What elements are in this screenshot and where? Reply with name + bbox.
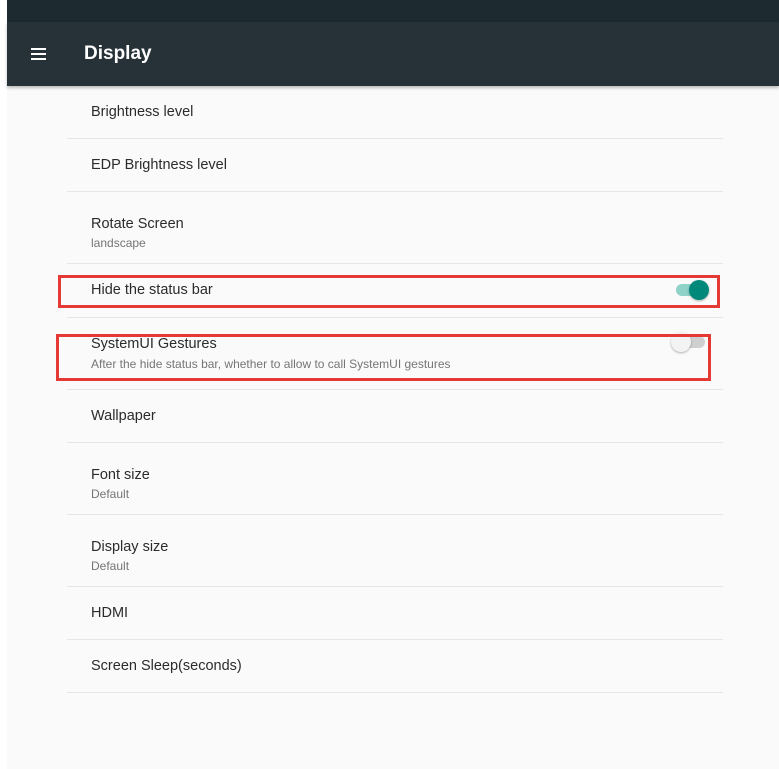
setting-title: Screen Sleep(seconds) xyxy=(91,658,242,674)
switch-thumb xyxy=(671,332,691,352)
setting-hdmi[interactable]: HDMI xyxy=(67,587,723,640)
setting-rotate-screen[interactable]: Rotate Screen landscape xyxy=(67,192,723,264)
setting-brightness-level[interactable]: Brightness level xyxy=(67,86,723,139)
setting-title: HDMI xyxy=(91,605,129,621)
setting-hide-status-bar[interactable]: Hide the status bar xyxy=(67,264,723,318)
setting-title: Display size xyxy=(91,539,169,555)
settings-list: Brightness level EDP Brightness level Ro… xyxy=(67,86,723,693)
setting-edp-brightness-level[interactable]: EDP Brightness level xyxy=(67,139,723,192)
status-bar-strip xyxy=(7,0,779,22)
setting-title: Font size xyxy=(91,467,150,483)
setting-title: EDP Brightness level xyxy=(91,157,227,173)
setting-title: SystemUI Gestures xyxy=(91,336,217,352)
setting-summary: Default xyxy=(91,559,130,573)
hide-status-bar-toggle[interactable] xyxy=(676,279,710,301)
setting-title: Wallpaper xyxy=(91,408,156,424)
setting-title: Rotate Screen xyxy=(91,216,184,232)
setting-display-size[interactable]: Display size Default xyxy=(67,515,723,587)
setting-title: Hide the status bar xyxy=(91,282,213,298)
hamburger-menu-icon[interactable] xyxy=(27,42,51,66)
setting-systemui-gestures[interactable]: SystemUI Gestures After the hide status … xyxy=(67,318,723,390)
setting-summary: Default xyxy=(91,487,130,501)
app-bar: Display xyxy=(7,22,779,86)
setting-screen-sleep[interactable]: Screen Sleep(seconds) xyxy=(67,640,723,693)
setting-summary: landscape xyxy=(91,236,146,250)
systemui-gestures-toggle[interactable] xyxy=(671,331,707,353)
switch-thumb xyxy=(689,280,709,300)
page-title: Display xyxy=(84,43,152,64)
setting-wallpaper[interactable]: Wallpaper xyxy=(67,390,723,443)
setting-summary: After the hide status bar, whether to al… xyxy=(91,357,451,371)
setting-title: Brightness level xyxy=(91,104,194,120)
settings-screen: Display Brightness level EDP Brightness … xyxy=(7,0,779,769)
setting-font-size[interactable]: Font size Default xyxy=(67,443,723,515)
